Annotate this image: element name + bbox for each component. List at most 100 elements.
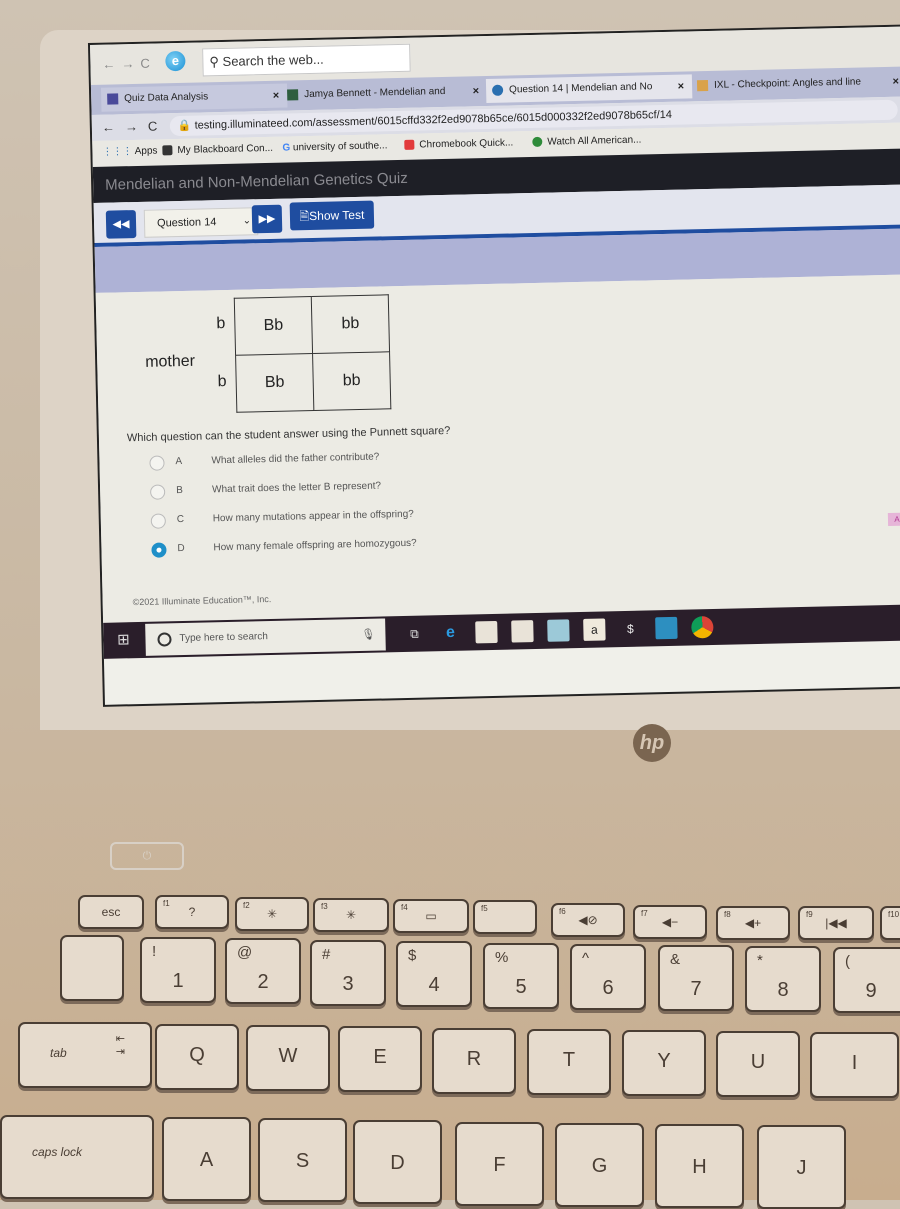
taskbar-search-input[interactable]: Type here to search 🎙: [145, 618, 386, 655]
copyright-footer: ©2021 Illuminate Education™, Inc.: [133, 594, 272, 607]
bookmark-university[interactable]: G university of southe...: [282, 140, 387, 153]
key-u[interactable]: U: [716, 1031, 800, 1097]
windows-start-icon[interactable]: ⊞: [103, 622, 144, 659]
key-f1[interactable]: f1?: [155, 895, 229, 929]
key-t[interactable]: T: [527, 1029, 611, 1095]
key-f2[interactable]: f2✳: [235, 897, 309, 931]
key-f8[interactable]: f8◀+: [716, 906, 790, 940]
close-tab-icon[interactable]: ×: [892, 70, 899, 94]
tab-jamya-bennett[interactable]: Jamya Bennett - Mendelian and×: [281, 79, 487, 108]
tab-favicon-icon: [697, 80, 708, 91]
play-icon: [532, 137, 542, 147]
row-allele-2: b: [217, 373, 226, 391]
key-9[interactable]: (9: [833, 947, 900, 1013]
key-tab[interactable]: tab⇤⇥: [18, 1022, 152, 1088]
previous-track-icon: |◀◀: [800, 916, 872, 930]
key-f4[interactable]: f4▭: [393, 899, 469, 933]
key-w[interactable]: W: [246, 1025, 330, 1091]
volume-up-icon: ◀+: [718, 916, 788, 930]
show-test-button[interactable]: 🗎Show Test: [290, 201, 375, 231]
key-f6[interactable]: f6◀⊘: [551, 903, 625, 937]
question-select[interactable]: Question 14⌄: [144, 207, 259, 238]
key-s[interactable]: S: [258, 1118, 347, 1202]
row-allele-1: b: [216, 315, 225, 333]
key-4[interactable]: $4: [396, 941, 472, 1007]
key-3[interactable]: #3: [310, 940, 386, 1006]
key-esc[interactable]: esc: [78, 895, 144, 929]
punnett-cell: Bb: [236, 354, 314, 413]
question-text: Which question can the student answer us…: [127, 425, 451, 444]
tab-question-14[interactable]: Question 14 | Mendelian and No×: [486, 74, 692, 103]
store-icon[interactable]: [475, 621, 497, 643]
store-icon[interactable]: [511, 620, 533, 642]
key-h[interactable]: H: [655, 1124, 744, 1208]
punnett-row-label: mother: [145, 353, 195, 372]
chrome-nav-buttons[interactable]: ←→C: [102, 118, 168, 134]
key-e[interactable]: E: [338, 1026, 422, 1092]
tab-quiz-data-analysis[interactable]: Quiz Data Analysis×: [101, 84, 287, 112]
key-i[interactable]: I: [810, 1032, 899, 1098]
ie-logo-icon[interactable]: e: [165, 51, 185, 71]
key-g[interactable]: G: [555, 1123, 644, 1207]
chrome-icon[interactable]: [691, 616, 713, 638]
answers-badge[interactable]: Answers: [888, 512, 900, 526]
radio-b[interactable]: [150, 484, 165, 499]
close-tab-icon[interactable]: ×: [472, 79, 479, 103]
key-q[interactable]: Q: [155, 1024, 239, 1090]
mail-icon[interactable]: [655, 617, 677, 639]
bookmark-watch-all-american[interactable]: Watch All American...: [532, 135, 641, 148]
apps-grid-icon: ⋮⋮⋮: [102, 146, 134, 158]
radio-d-selected[interactable]: [151, 542, 166, 557]
key-1[interactable]: !1: [140, 937, 216, 1003]
previous-question-button[interactable]: ◀◀: [106, 210, 137, 239]
key-f5[interactable]: f5: [473, 900, 537, 934]
power-button[interactable]: ⏻: [110, 842, 184, 870]
tab-ixl-checkpoint[interactable]: IXL - Checkpoint: Angles and line×: [691, 69, 900, 98]
next-question-button[interactable]: ▶▶: [252, 205, 283, 234]
hp-logo: hp: [633, 724, 671, 762]
close-tab-icon[interactable]: ×: [272, 84, 279, 108]
key-8[interactable]: *8: [745, 946, 821, 1012]
microphone-icon[interactable]: 🎙: [361, 619, 376, 651]
key-2[interactable]: @2: [225, 938, 301, 1004]
page-title: Mendelian and Non-Mendelian Genetics Qui…: [105, 170, 408, 194]
ie-search-input[interactable]: ⚲ Search the web...: [202, 44, 411, 77]
key-6[interactable]: ^6: [570, 944, 646, 1010]
file-explorer-icon[interactable]: [547, 619, 569, 641]
bookmark-apps[interactable]: ⋮⋮⋮ Apps: [102, 145, 157, 157]
key-f[interactable]: F: [455, 1122, 544, 1206]
display-icon: ▭: [395, 909, 467, 923]
ie-nav-buttons[interactable]: ←→C: [102, 56, 156, 72]
lock-icon: 🔒: [178, 120, 195, 132]
radio-c[interactable]: [151, 513, 166, 528]
edge-icon[interactable]: e: [439, 622, 461, 644]
key-j[interactable]: J: [757, 1125, 846, 1209]
key-backtick[interactable]: [60, 935, 124, 1001]
key-f9[interactable]: f9|◀◀: [798, 906, 874, 940]
key-r[interactable]: R: [432, 1028, 516, 1094]
key-f10[interactable]: f10: [880, 906, 900, 940]
key-caps-lock[interactable]: caps lock: [0, 1115, 154, 1199]
bookmark-blackboard[interactable]: My Blackboard Con...: [162, 143, 273, 157]
key-f7[interactable]: f7◀−: [633, 905, 707, 939]
bookmark-chromebook[interactable]: Chromebook Quick...: [404, 137, 513, 150]
key-5[interactable]: %5: [483, 943, 559, 1009]
punnett-cell: bb: [313, 352, 391, 411]
radio-a[interactable]: [149, 455, 164, 470]
punnett-cell: bb: [311, 295, 389, 354]
key-d[interactable]: D: [353, 1120, 442, 1204]
blackboard-icon: [162, 146, 172, 156]
close-tab-icon[interactable]: ×: [677, 75, 684, 99]
amazon-icon[interactable]: a: [583, 618, 605, 640]
key-y[interactable]: Y: [622, 1030, 706, 1096]
brightness-down-icon: ✳: [237, 907, 307, 921]
key-7[interactable]: &7: [658, 945, 734, 1011]
app-icon[interactable]: $: [619, 618, 641, 640]
google-icon: G: [282, 142, 293, 153]
punnett-cell: Bb: [234, 297, 312, 356]
key-a[interactable]: A: [162, 1117, 251, 1201]
key-f3[interactable]: f3✳: [313, 898, 389, 932]
chevron-down-icon: ⌄: [242, 208, 251, 234]
question-content: b b mother Bb bb Bb bb Which question ca…: [96, 274, 900, 623]
task-view-icon[interactable]: ⧉: [403, 623, 425, 645]
